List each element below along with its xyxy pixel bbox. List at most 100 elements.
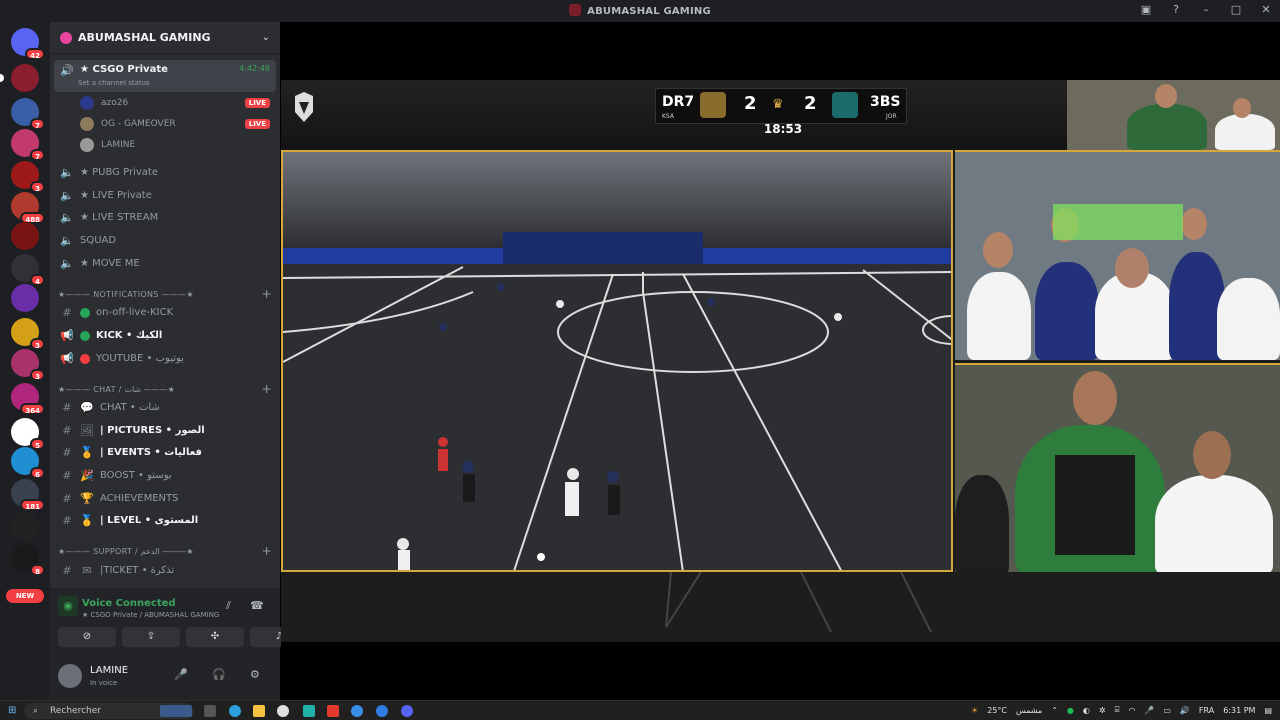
gear-icon[interactable]: ⚙ bbox=[250, 668, 260, 681]
wifi-icon[interactable]: ◠ bbox=[1128, 706, 1135, 715]
server-icon[interactable]: 488 bbox=[11, 192, 45, 224]
server-icon[interactable]: 3 bbox=[11, 161, 45, 193]
server-icon[interactable]: 8 bbox=[11, 544, 45, 576]
text-channel[interactable]: # 🏆 ACHIEVEMENTS bbox=[54, 488, 276, 509]
text-channel[interactable]: # on-off-live-KICK bbox=[54, 302, 276, 323]
screen-share-button[interactable]: ⇪ bbox=[122, 627, 180, 647]
add-channel-icon[interactable]: + bbox=[262, 382, 272, 396]
app-icon[interactable] bbox=[327, 705, 339, 717]
server-icon[interactable]: 181 bbox=[11, 479, 45, 511]
category-notifications[interactable]: ★——— NOTIFICATIONS ———★ + bbox=[58, 287, 272, 301]
new-badge[interactable]: NEW bbox=[6, 589, 44, 603]
voice-connected-label[interactable]: Voice Connected bbox=[82, 598, 176, 609]
status-dot-icon bbox=[80, 353, 90, 364]
stream-video[interactable]: DR7 2 ♛ 2 3BS KSA JOR 18:53 bbox=[281, 80, 1280, 642]
voice-channel[interactable]: 🔈 ★ LIVE Private bbox=[54, 185, 276, 206]
task-view-icon[interactable] bbox=[204, 705, 216, 717]
text-channel[interactable]: # 🖼 | PICTURES • الصور bbox=[54, 420, 276, 441]
clock[interactable]: 6:31 PM bbox=[1223, 706, 1255, 715]
inbox-icon[interactable]: ▣ bbox=[1138, 3, 1154, 16]
server-icon[interactable]: 3 bbox=[11, 349, 45, 381]
text-channel[interactable]: # ✉ |TICKET • تذكرة bbox=[54, 560, 276, 581]
server-icon[interactable]: 3 bbox=[11, 318, 45, 350]
user-name[interactable]: LAMINE bbox=[90, 665, 128, 676]
text-channel[interactable]: # 🎉 BOOST • بوستو bbox=[54, 465, 276, 486]
add-channel-icon[interactable]: + bbox=[262, 544, 272, 558]
voice-user[interactable]: OG - GAMEOVER LIVE bbox=[80, 114, 270, 134]
microphone-icon[interactable]: 🎤 bbox=[174, 668, 188, 681]
voice-user[interactable]: azo26 LIVE bbox=[80, 93, 270, 113]
league-logo-icon bbox=[295, 92, 313, 122]
network-icon[interactable]: ▭ bbox=[1163, 706, 1171, 715]
category-label: ★——— CHAT / شات ———★ bbox=[58, 384, 175, 394]
disconnect-icon[interactable]: ☎ bbox=[250, 599, 264, 612]
unread-badge: 364 bbox=[20, 403, 45, 415]
help-icon[interactable]: ? bbox=[1168, 3, 1184, 16]
hash-icon: # bbox=[62, 306, 72, 319]
avatar[interactable] bbox=[58, 664, 82, 688]
edge-icon[interactable] bbox=[351, 705, 363, 717]
server-icon[interactable]: 6 bbox=[11, 447, 45, 479]
activities-button[interactable]: ✣ bbox=[186, 627, 244, 647]
category-support[interactable]: ★——— SUPPORT / الدعم ———★ + bbox=[58, 544, 272, 558]
discord-icon[interactable] bbox=[401, 705, 413, 717]
windows-start-icon[interactable]: ⊞ bbox=[8, 705, 16, 716]
server-header[interactable]: ABUMASHAL GAMING ⌄ bbox=[50, 22, 280, 54]
text-channel[interactable]: # 💬 CHAT • شات bbox=[54, 397, 276, 418]
voice-channel-path[interactable]: ★ CSGO Private / ABUMASHAL GAMING bbox=[82, 611, 219, 619]
microphone-icon[interactable]: 🎤 bbox=[1144, 706, 1154, 715]
voice-channel[interactable]: 🔈 ★ MOVE ME bbox=[54, 253, 276, 274]
channel-status[interactable]: Set a channel status bbox=[78, 79, 150, 87]
server-icon[interactable] bbox=[11, 512, 39, 540]
server-icon[interactable]: 364 bbox=[11, 383, 45, 415]
browser-icon[interactable] bbox=[376, 705, 388, 717]
file-explorer-icon[interactable] bbox=[253, 705, 265, 717]
telegram-icon[interactable] bbox=[229, 705, 241, 717]
camera-button[interactable]: ⊘ bbox=[58, 627, 116, 647]
server-icon[interactable] bbox=[11, 222, 39, 250]
notification-icon[interactable]: ▤ bbox=[1264, 706, 1272, 715]
tray-icon[interactable]: ◐ bbox=[1083, 706, 1090, 715]
unread-badge: 7 bbox=[30, 149, 45, 161]
language-indicator[interactable]: FRA bbox=[1199, 706, 1214, 715]
text-channel[interactable]: 📢 KICK • الكيك bbox=[54, 325, 276, 346]
close-button[interactable]: ✕ bbox=[1258, 3, 1274, 16]
tray-icon[interactable]: ⌸ bbox=[1115, 705, 1120, 715]
commentator-head bbox=[1115, 248, 1149, 288]
text-channel[interactable]: # 🏅 | EVENTS • فعاليات bbox=[54, 442, 276, 463]
tray-icon[interactable]: ✲ bbox=[1099, 706, 1106, 715]
chrome-icon[interactable] bbox=[277, 705, 289, 717]
voice-channel[interactable]: 🔈 SQUAD bbox=[54, 230, 276, 251]
spotify-icon[interactable]: ● bbox=[1067, 706, 1074, 715]
server-icon[interactable]: 7 bbox=[11, 129, 45, 161]
signal-icon[interactable]: ◉ bbox=[58, 596, 78, 616]
chevron-up-icon[interactable]: ⌃ bbox=[1051, 706, 1058, 715]
volume-icon[interactable]: 🔊 bbox=[1180, 706, 1190, 715]
server-icon[interactable]: 7 bbox=[11, 98, 45, 130]
server-icon[interactable] bbox=[11, 284, 39, 312]
server-gear-icon bbox=[60, 31, 72, 44]
server-icon[interactable]: 4 bbox=[11, 254, 45, 286]
voice-channel-csgo-private[interactable]: 🔊 ★ CSGO Private 4:42:48 Set a channel s… bbox=[54, 60, 276, 92]
app-icon[interactable] bbox=[303, 705, 315, 717]
weather-desc[interactable]: مشمس bbox=[1016, 706, 1042, 715]
maximize-button[interactable]: □ bbox=[1228, 3, 1244, 16]
home-button[interactable]: 42 bbox=[11, 28, 45, 60]
unread-badge: 42 bbox=[25, 48, 45, 60]
stream-stage[interactable]: DR7 2 ♛ 2 3BS KSA JOR 18:53 bbox=[281, 22, 1280, 700]
voice-channel[interactable]: 🔈 ★ PUBG Private bbox=[54, 162, 276, 183]
headphones-icon[interactable]: 🎧 bbox=[212, 668, 226, 681]
add-channel-icon[interactable]: + bbox=[262, 287, 272, 301]
server-icon[interactable]: 5 bbox=[11, 418, 45, 450]
envelope-icon: ✉ bbox=[82, 564, 92, 577]
voice-user[interactable]: LAMINE bbox=[80, 135, 270, 155]
minimize-button[interactable]: – bbox=[1198, 3, 1214, 16]
text-channel[interactable]: 📢 YOUTUBE • يوتيوب bbox=[54, 348, 276, 369]
channel-label: ★ PUBG Private bbox=[80, 167, 158, 178]
text-channel[interactable]: # 🥇 | LEVEL • المستوى bbox=[54, 510, 276, 531]
category-chat[interactable]: ★——— CHAT / شات ———★ + bbox=[58, 382, 272, 396]
weather-temp[interactable]: 25°C bbox=[987, 706, 1007, 715]
server-abumashal[interactable] bbox=[0, 64, 39, 92]
noise-suppression-icon[interactable]: ⫽ bbox=[226, 599, 231, 613]
voice-channel[interactable]: 🔈 ★ LIVE STREAM bbox=[54, 207, 276, 228]
